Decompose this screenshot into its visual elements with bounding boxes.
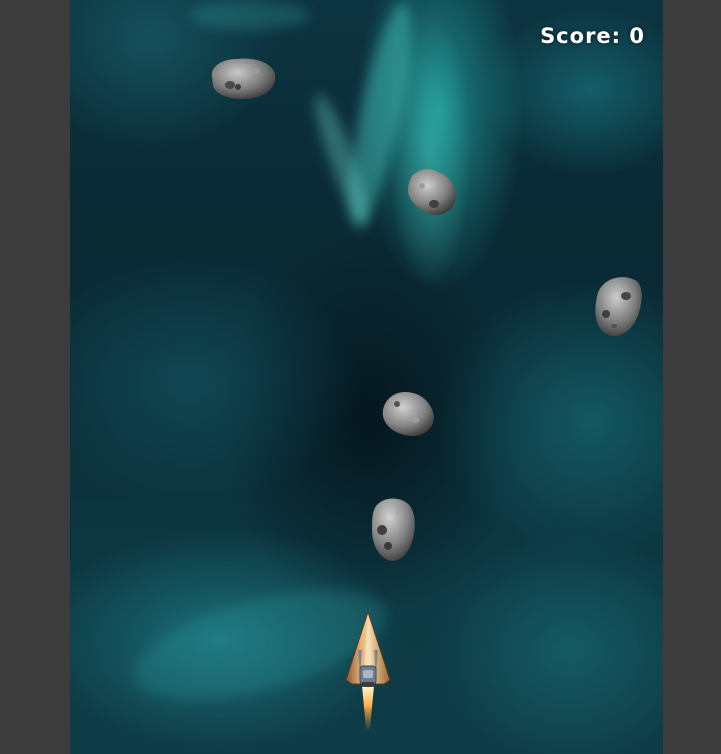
score-value: 0 <box>629 24 645 48</box>
asteroid-icon <box>211 58 276 99</box>
asteroid-icon <box>372 498 415 561</box>
asteroid-icon <box>382 392 434 436</box>
game-canvas[interactable]: Score: 0 <box>70 0 663 754</box>
score-label: Score: <box>540 24 622 48</box>
asteroid-icon <box>408 169 457 216</box>
spaceship-icon[interactable] <box>338 610 398 735</box>
nebula-streak <box>190 0 310 30</box>
score-display: Score: 0 <box>540 24 645 48</box>
asteroid-icon <box>595 277 642 337</box>
game-window: Score: 0 <box>0 0 721 754</box>
